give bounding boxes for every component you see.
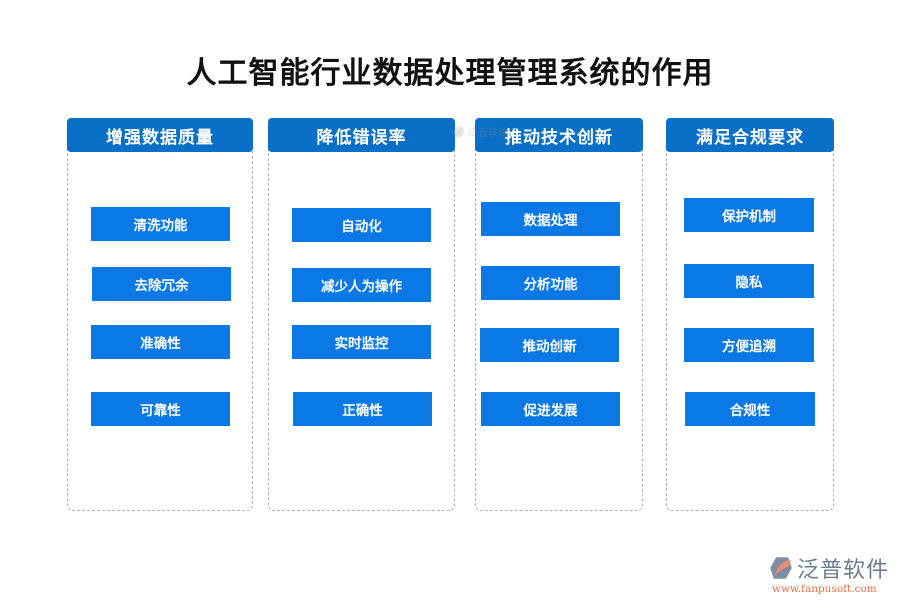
- item-box: 可靠性: [91, 392, 230, 426]
- column-header: 降低错误率: [268, 118, 455, 152]
- watermark-text: 泛普软件: [468, 128, 508, 139]
- fanpu-logo-icon: [453, 126, 465, 137]
- item-box: 减少人为操作: [292, 268, 431, 302]
- column-reduce-errors: 降低错误率 自动化 减少人为操作 实时监控 正确性: [268, 118, 455, 511]
- fanpu-logo-icon: [770, 557, 792, 579]
- item-box: 准确性: [91, 325, 230, 359]
- brand-name: 泛普软件: [797, 558, 890, 583]
- item-box: 分析功能: [481, 266, 620, 300]
- page-title: 人工智能行业数据处理管理系统的作用: [186, 56, 714, 91]
- item-box: 合规性: [685, 392, 815, 426]
- item-box: 促进发展: [481, 392, 620, 426]
- column-header: 增强数据质量: [67, 118, 253, 152]
- item-box: 隐私: [684, 264, 814, 298]
- brand-url: www.fanpusoft.com: [772, 583, 877, 595]
- item-box: 去除冗余: [92, 267, 231, 301]
- item-box: 正确性: [293, 392, 432, 426]
- watermark: 泛普软件: [453, 124, 508, 139]
- item-box: 自动化: [292, 208, 431, 242]
- column-header: 满足合规要求: [666, 118, 834, 152]
- item-box: 清洗功能: [91, 207, 230, 241]
- item-box: 实时监控: [292, 325, 431, 359]
- brand-logo: 泛普软件 www.fanpusoft.com: [768, 552, 893, 597]
- item-box: 推动创新: [480, 328, 619, 362]
- column-data-quality: 增强数据质量 清洗功能 去除冗余 准确性 可靠性: [67, 118, 253, 511]
- column-tech-innovation: 推动技术创新 数据处理 分析功能 推动创新 促进发展: [475, 118, 643, 511]
- column-compliance: 满足合规要求 保护机制 隐私 方便追溯 合规性: [666, 118, 834, 511]
- item-box: 保护机制: [684, 198, 814, 232]
- item-box: 数据处理: [481, 202, 620, 236]
- item-box: 方便追溯: [684, 328, 814, 362]
